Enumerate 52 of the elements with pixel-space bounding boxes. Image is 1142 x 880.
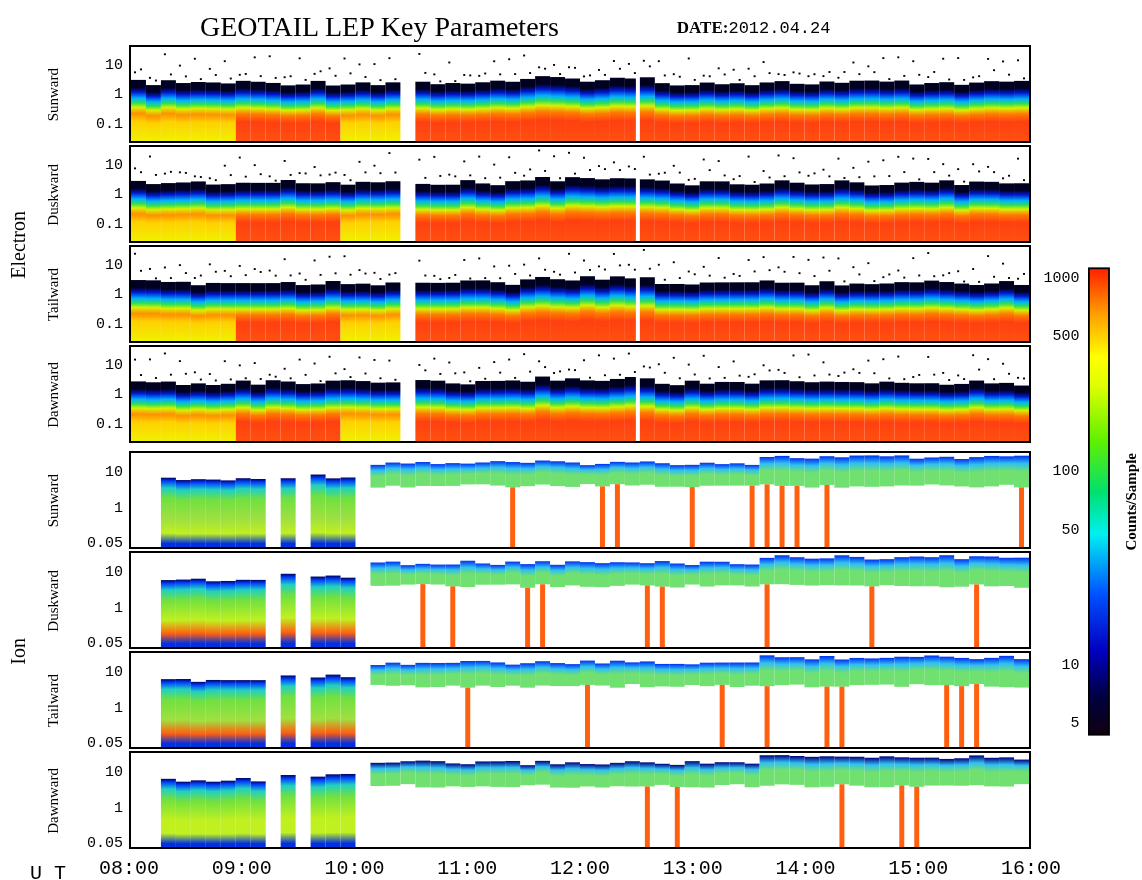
plot-title: GEOTAIL LEP Key Parameters bbox=[200, 13, 559, 44]
axis-tick-label: 0.05 bbox=[87, 636, 123, 651]
axis-tick-label: 500 bbox=[1052, 328, 1080, 344]
axis-tick-label: 0.1 bbox=[96, 216, 123, 232]
axis-tick-label: 10 bbox=[105, 258, 123, 274]
axis-tick-label: 10 bbox=[105, 358, 123, 374]
axis-tick-label: 1 bbox=[114, 700, 123, 716]
axis-tick-label: 10 bbox=[105, 565, 123, 580]
axis-tick-label: 08:00 bbox=[98, 859, 160, 880]
axis-tick-label: 10 bbox=[1061, 657, 1080, 673]
axis-tick-label: 10:00 bbox=[323, 859, 386, 880]
panel-label: Sunward bbox=[43, 68, 62, 122]
axis-tick-label: 15:00 bbox=[887, 859, 950, 880]
date-label: DATE:2012.04.24 bbox=[676, 16, 831, 40]
axis-tick-label: 50 bbox=[1061, 522, 1080, 538]
axis-tick-label: 100 bbox=[1052, 464, 1080, 479]
panel-label: Duskward bbox=[43, 570, 62, 632]
axis-tick-label: 13:00 bbox=[661, 859, 724, 880]
axis-tick-label: 1 bbox=[114, 187, 123, 203]
panel-label: Tailward bbox=[43, 268, 62, 322]
panel-label: Dawnward bbox=[43, 362, 62, 428]
axis-tick-label: 11:00 bbox=[436, 859, 499, 880]
group-label: Electron bbox=[6, 211, 30, 279]
axis-tick-label: 1 bbox=[114, 387, 123, 403]
axis-tick-label: 5 bbox=[1070, 715, 1080, 731]
colorbar-label: Counts/Sample bbox=[1121, 452, 1140, 551]
group-label: Ion bbox=[6, 637, 30, 665]
axis-tick-label: 1 bbox=[114, 800, 123, 816]
panel-label: Dawnward bbox=[43, 768, 62, 834]
axis-tick-label: 10 bbox=[105, 665, 123, 680]
axis-tick-label: 0.05 bbox=[87, 836, 123, 851]
panel-label: Sunward bbox=[43, 474, 62, 528]
axis-tick-label: 1 bbox=[114, 87, 123, 103]
axis-tick-label: 14:00 bbox=[774, 859, 837, 880]
axis-tick-label: 12:00 bbox=[549, 859, 611, 880]
panel-label: Duskward bbox=[43, 164, 62, 226]
axis-tick-label: 1 bbox=[114, 287, 123, 303]
axis-tick-label: 0.1 bbox=[96, 116, 123, 132]
axis-tick-label: 16:00 bbox=[1000, 859, 1062, 880]
axis-tick-label: 0.05 bbox=[87, 736, 123, 751]
axis-tick-label: 09:00 bbox=[210, 859, 273, 880]
axis-tick-label: 0.1 bbox=[96, 316, 123, 332]
axis-tick-label: 1 bbox=[114, 600, 123, 616]
axis-tick-label: 1 bbox=[114, 500, 123, 516]
axis-tick-label: 10 bbox=[105, 158, 123, 174]
axis-tick-label: 0.05 bbox=[87, 536, 123, 551]
axis-tick-label: 0.1 bbox=[96, 416, 123, 432]
axis-tick-label: 1000 bbox=[1043, 270, 1080, 286]
axis-tick-label: 10 bbox=[105, 765, 123, 780]
panel-label: Tailward bbox=[43, 674, 62, 728]
axis-tick-label: 10 bbox=[105, 465, 123, 480]
axis-tick-label: 10 bbox=[105, 58, 123, 74]
